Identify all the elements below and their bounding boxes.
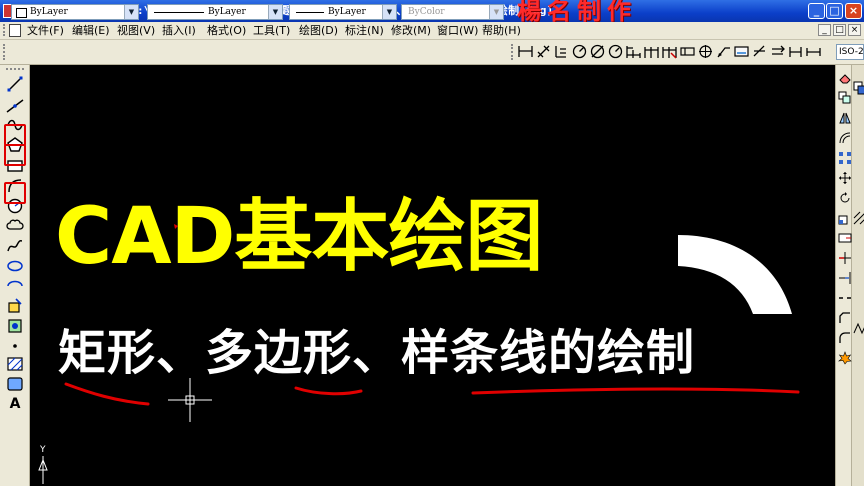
line-sample xyxy=(154,12,204,13)
array-icon[interactable] xyxy=(838,150,852,164)
tolerance-icon[interactable] xyxy=(679,43,696,60)
highlight-polygon-tool xyxy=(4,124,26,146)
close-button[interactable]: × xyxy=(845,3,862,19)
restore-button[interactable]: □ xyxy=(826,3,843,19)
chevron-down-icon[interactable]: ▼ xyxy=(124,5,138,19)
menu-grip[interactable] xyxy=(3,24,8,36)
radius-dimension-icon[interactable] xyxy=(571,43,588,60)
chevron-down-icon[interactable]: ▼ xyxy=(489,5,503,19)
ellipse-icon[interactable] xyxy=(6,257,24,275)
trim-icon[interactable] xyxy=(838,250,852,264)
explode-icon[interactable] xyxy=(838,350,852,365)
menu-draw[interactable]: 绘图(D) xyxy=(299,22,338,39)
make-block-icon[interactable] xyxy=(6,317,24,335)
menu-format[interactable]: 格式(O) xyxy=(207,22,246,39)
arc-band-shape xyxy=(678,235,792,314)
document-icon[interactable] xyxy=(9,24,21,37)
erase-icon[interactable] xyxy=(838,70,852,84)
dim-style-combo[interactable]: ISO-25 xyxy=(836,44,864,60)
menu-edit[interactable]: 编辑(E) xyxy=(72,22,110,39)
hatch-icon[interactable] xyxy=(6,355,24,373)
ordinate-dimension-icon[interactable] xyxy=(553,43,570,60)
menu-file[interactable]: 文件(F) xyxy=(27,22,64,39)
fillet-icon[interactable] xyxy=(838,330,852,344)
highlight-rectangle-tool xyxy=(4,144,26,166)
line-sample xyxy=(296,12,324,13)
qdim-icon[interactable] xyxy=(661,43,678,60)
draw-order-icon[interactable] xyxy=(853,80,864,95)
layer-value: ByLayer xyxy=(30,7,68,17)
mdi-restore-button[interactable]: □ xyxy=(833,24,846,36)
menu-bar: 文件(F) 编辑(E) 视图(V) 插入(I) 格式(O) 工具(T) 绘图(D… xyxy=(0,22,864,40)
insert-block-icon[interactable] xyxy=(6,297,24,315)
linetype-combo[interactable]: ByLayer ▼ xyxy=(147,4,283,20)
drawing-subtitle-text: 矩形、多边形、样条线的绘制 xyxy=(58,325,696,381)
drawing-title-text: CAD基本绘图 xyxy=(55,192,543,282)
angular-dimension-icon[interactable] xyxy=(607,43,624,60)
aligned-dimension-icon[interactable] xyxy=(535,43,552,60)
menu-help[interactable]: 帮助(H) xyxy=(482,22,521,39)
chamfer-icon[interactable] xyxy=(838,310,852,324)
ellipse-arc-icon[interactable] xyxy=(6,277,24,295)
edit-hatch-icon[interactable] xyxy=(853,210,864,225)
line-icon[interactable] xyxy=(6,75,24,93)
menu-view[interactable]: 视图(V) xyxy=(117,22,155,39)
copy-icon[interactable] xyxy=(838,90,852,104)
mdi-close-button[interactable]: × xyxy=(848,24,861,36)
edit-polyline-icon[interactable] xyxy=(853,320,864,335)
move-icon[interactable] xyxy=(838,170,852,184)
toolbar-grip[interactable] xyxy=(3,44,8,60)
menu-dimension[interactable]: 标注(N) xyxy=(345,22,384,39)
spline-icon[interactable] xyxy=(6,237,24,255)
dimension-text-edit-icon[interactable] xyxy=(751,43,768,60)
toolbar-grip[interactable] xyxy=(6,68,24,73)
dimension-style-icon[interactable] xyxy=(787,43,804,60)
extend-icon[interactable] xyxy=(838,270,852,284)
point-icon[interactable] xyxy=(6,337,24,355)
break-icon[interactable] xyxy=(838,290,852,304)
highlight-circle-tool xyxy=(4,182,26,204)
diameter-dimension-icon[interactable] xyxy=(589,43,606,60)
construction-line-icon[interactable] xyxy=(6,97,24,115)
color-swatch xyxy=(16,8,27,18)
leader-icon[interactable] xyxy=(715,43,732,60)
chevron-down-icon[interactable]: ▼ xyxy=(382,5,396,19)
lineweight-value: ByLayer xyxy=(328,7,366,17)
rotate-icon[interactable] xyxy=(838,190,852,204)
revcloud-icon[interactable] xyxy=(6,217,24,235)
ucs-icon xyxy=(38,456,48,484)
scale-icon[interactable] xyxy=(838,210,852,225)
linetype-value: ByLayer xyxy=(208,7,246,17)
linear-dimension-icon[interactable] xyxy=(517,43,534,60)
dimension-update-icon[interactable] xyxy=(769,43,786,60)
mirror-icon[interactable] xyxy=(838,110,852,124)
stretch-icon[interactable] xyxy=(838,230,852,244)
chevron-down-icon[interactable]: ▼ xyxy=(268,5,282,19)
minimize-button[interactable]: _ xyxy=(808,3,825,19)
menu-window[interactable]: 窗口(W) xyxy=(437,22,478,39)
layer-combo[interactable]: ByLayer ▼ xyxy=(11,4,139,20)
continue-dimension-icon[interactable] xyxy=(643,43,660,60)
multiline-text-icon[interactable]: A xyxy=(6,395,24,413)
menu-insert[interactable]: 插入(I) xyxy=(162,22,196,39)
plotstyle-value: ByColor xyxy=(408,7,445,17)
mdi-minimize-button[interactable]: _ xyxy=(818,24,831,36)
menu-tools[interactable]: 工具(T) xyxy=(253,22,290,39)
dimension-style-manager-icon[interactable] xyxy=(805,43,822,60)
offset-icon[interactable] xyxy=(838,130,852,144)
modify-ii-toolbar xyxy=(851,65,864,486)
center-mark-icon[interactable] xyxy=(697,43,714,60)
lineweight-combo[interactable]: ByLayer ▼ xyxy=(289,4,397,20)
plotstyle-combo[interactable]: ByColor ▼ xyxy=(401,4,504,20)
menu-modify[interactable]: 修改(M) xyxy=(391,22,431,39)
dimension-edit-icon[interactable] xyxy=(733,43,750,60)
baseline-dimension-icon[interactable] xyxy=(625,43,642,60)
crosshair-cursor xyxy=(168,378,212,422)
region-icon[interactable] xyxy=(6,375,24,393)
toolbar-grip[interactable] xyxy=(511,44,516,60)
